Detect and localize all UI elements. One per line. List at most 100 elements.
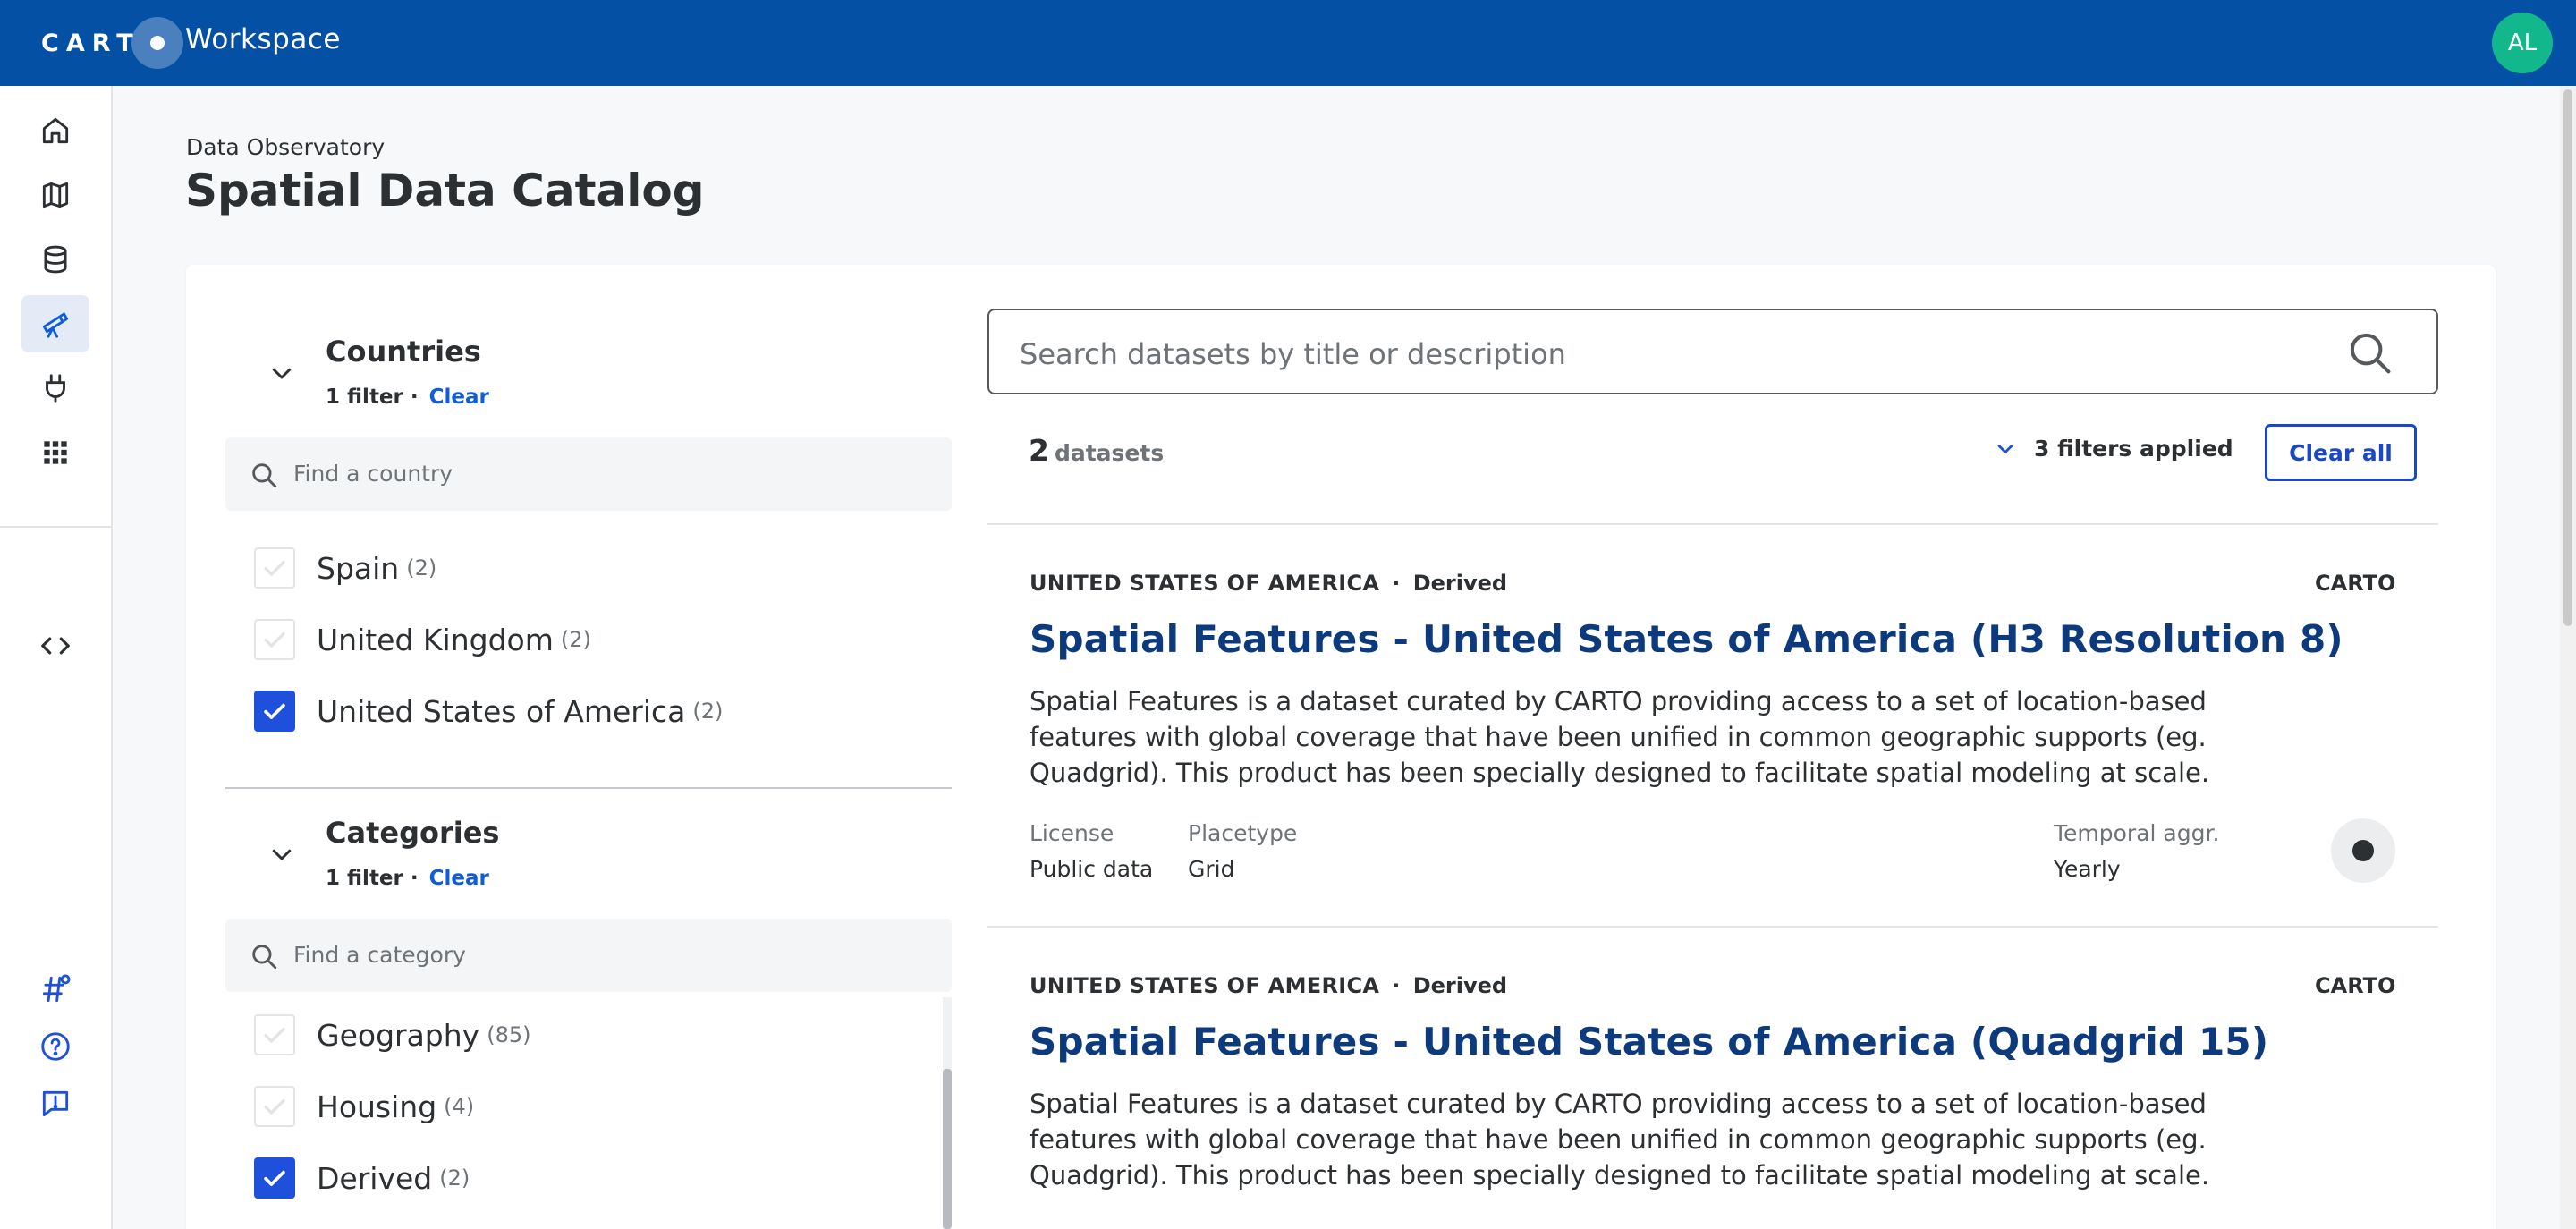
categories-filter-title[interactable]: Categories [326,816,499,850]
checkbox-checked[interactable] [254,691,295,732]
dataset-title[interactable]: Spatial Features - United States of Amer… [1030,1020,2268,1064]
carto-logo[interactable]: CART [41,17,183,69]
categories-collapse-chevron-icon[interactable] [268,841,295,868]
results-divider [987,926,2438,928]
sidebar-item-developers[interactable] [21,617,89,674]
sidebar-item-connections[interactable] [21,360,89,417]
categories-filter-summary: 1 filter · Clear [326,867,489,890]
countries-clear-link[interactable]: Clear [429,386,489,409]
home-icon [42,117,69,144]
dataset-provider: CARTO [2315,571,2396,596]
filters-applied-toggle[interactable]: 3 filters applied [1993,436,2233,462]
countries-filter-title[interactable]: Countries [326,335,481,369]
top-bar: CART Workspace AL [0,0,2576,86]
sidebar-item-data-observatory[interactable] [21,295,89,352]
search-placeholder: Search datasets by title or description [1020,337,1566,371]
dataset-status-icon[interactable] [2331,818,2395,883]
country-option-united-states[interactable]: United States of America (2) [254,689,723,733]
category-option-derived[interactable]: Derived (2) [254,1156,470,1200]
sidebar-item-whats-new[interactable] [21,961,89,1018]
checkbox[interactable] [254,1086,295,1127]
dataset-title[interactable]: Spatial Features - United States of Amer… [1030,617,2343,661]
data-observatory-icon [42,312,69,338]
checkbox-checked[interactable] [254,1157,295,1199]
meta-separator: · [1392,571,1401,596]
search-icon [252,945,277,970]
option-label: Derived [317,1160,433,1196]
clear-all-button[interactable]: Clear all [2265,424,2417,481]
sidebar-item-help[interactable] [21,1018,89,1075]
dataset-search-input[interactable]: Search datasets by title or description [987,309,2438,394]
check-icon [264,1098,285,1115]
page-scrollbar-thumb[interactable] [2563,89,2572,626]
check-icon [264,560,285,576]
option-label: United States of America [317,693,686,729]
countries-filter-summary: 1 filter · Clear [326,386,489,409]
sidebar-item-maps[interactable] [21,166,89,224]
check-icon [264,1170,285,1186]
option-label: Geography [317,1017,480,1053]
option-count: (2) [406,555,437,581]
option-count: (4) [444,1094,475,1119]
search-icon[interactable] [2345,328,2394,377]
results-count-number: 2 [1029,433,1049,468]
option-label: Housing [317,1089,437,1124]
checkbox[interactable] [254,547,295,589]
categories-clear-link[interactable]: Clear [429,867,489,890]
checkbox[interactable] [254,1014,295,1055]
placetype-label: Placetype [1188,820,1298,846]
category-option-geography[interactable]: Geography (85) [254,1013,530,1057]
results-divider [987,523,2438,525]
app-name: Workspace [185,23,341,55]
page-title: Spatial Data Catalog [185,165,705,216]
sidebar-item-feedback[interactable] [21,1075,89,1132]
chevron-down-icon [1997,444,2013,453]
categories-scrollbar-thumb[interactable] [943,1069,952,1229]
sidebar-item-applications[interactable] [21,424,89,481]
category-option-housing[interactable]: Housing (4) [254,1084,474,1129]
country-option-spain[interactable]: Spain (2) [254,546,436,590]
checkbox[interactable] [254,619,295,660]
results-count-unit: datasets [1054,440,1165,466]
find-category-input[interactable]: Find a category [225,919,952,992]
logo-circle-icon [131,17,183,69]
maps-icon [42,182,69,208]
option-count: (85) [487,1022,531,1047]
sidebar [0,86,113,1229]
temporal-aggr-label: Temporal aggr. [2054,820,2220,846]
developers-icon [41,637,70,655]
license-label: License [1030,820,1114,846]
find-country-input[interactable]: Find a country [225,437,952,511]
license-value: Public data [1030,856,1154,882]
sidebar-item-home[interactable] [21,102,89,159]
sidebar-divider [0,526,111,528]
applications-icon [44,441,67,464]
dataset-meta: UNITED STATES OF AMERICA · Derived [1030,571,1507,596]
connections-icon [46,374,65,403]
dataset-description: Spatial Features is a dataset curated by… [1030,686,2210,788]
results-count: 2 datasets [1029,433,1164,468]
check-icon [264,1027,285,1043]
country-option-united-kingdom[interactable]: United Kingdom (2) [254,617,591,662]
dataset-country: UNITED STATES OF AMERICA [1030,973,1380,998]
option-label: United Kingdom [317,622,554,657]
option-label: Spain [317,550,400,586]
data-explorer-icon [44,245,67,274]
logo-text: CART [41,29,140,57]
dataset-kind: Derived [1412,973,1508,998]
user-avatar[interactable]: AL [2492,13,2553,73]
whats-new-icon [42,974,71,1003]
filter-divider [225,787,952,789]
dataset-description: Spatial Features is a dataset curated by… [1030,1089,2210,1191]
breadcrumb[interactable]: Data Observatory [186,134,385,160]
check-icon [264,631,285,648]
dataset-country: UNITED STATES OF AMERICA [1030,571,1380,596]
countries-collapse-chevron-icon[interactable] [268,360,295,386]
dataset-provider: CARTO [2315,973,2396,998]
page-scrollbar[interactable] [2560,86,2576,1229]
sidebar-item-data-explorer[interactable] [21,231,89,288]
find-country-placeholder: Find a country [293,461,453,487]
check-icon [264,703,285,719]
help-icon [41,1032,70,1061]
search-icon [252,463,277,488]
